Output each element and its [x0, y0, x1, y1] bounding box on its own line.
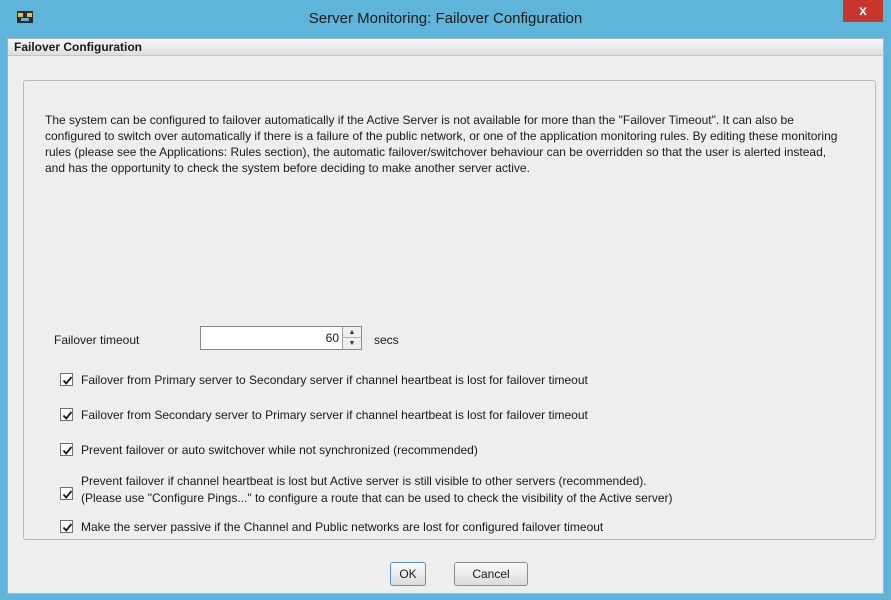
option-label-note: (Please use "Configure Pings..." to conf…	[81, 491, 673, 505]
checkbox-primary-to-secondary[interactable]	[60, 373, 73, 386]
checkmark-icon	[62, 376, 73, 385]
chevron-down-icon[interactable]: ▼	[343, 338, 361, 349]
option-label: Failover from Primary server to Secondar…	[81, 373, 588, 387]
window-title: Server Monitoring: Failover Configuratio…	[308, 10, 583, 27]
checkbox-secondary-to-primary[interactable]	[60, 408, 73, 421]
failover-timeout-label: Failover timeout	[54, 333, 140, 347]
option-label: Make the server passive if the Channel a…	[81, 520, 604, 534]
close-button[interactable]: x	[843, 0, 883, 22]
checkbox-prevent-heartbeat-visible[interactable]	[60, 487, 73, 500]
close-icon: x	[859, 2, 867, 18]
checkmark-icon	[62, 523, 73, 532]
failover-panel: The system can be configured to failover…	[23, 80, 876, 540]
failover-timeout-input[interactable]: 60	[326, 331, 339, 345]
failover-timeout-spinner[interactable]: 60 ▲ ▼	[200, 326, 362, 350]
checkmark-icon	[62, 446, 73, 455]
checkmark-icon	[62, 411, 73, 420]
dialog-window: Server Monitoring: Failover Configuratio…	[0, 0, 891, 600]
checkmark-icon	[62, 490, 73, 499]
spinner-buttons: ▲ ▼	[342, 327, 361, 349]
option-label: Failover from Secondary server to Primar…	[81, 408, 588, 422]
section-header: Failover Configuration	[8, 39, 883, 56]
description-text: The system can be configured to failover…	[45, 113, 838, 175]
checkbox-passive-networks-lost[interactable]	[60, 520, 73, 533]
timeout-unit-label: secs	[374, 333, 399, 347]
title-bar[interactable]: Server Monitoring: Failover Configuratio…	[0, 0, 891, 38]
chevron-up-icon[interactable]: ▲	[343, 327, 361, 338]
dialog-content: Failover Configuration The system can be…	[7, 38, 884, 594]
option-label: Prevent failover if channel heartbeat is…	[81, 474, 647, 488]
checkbox-prevent-not-synchronized[interactable]	[60, 443, 73, 456]
ok-button[interactable]: OK	[390, 562, 426, 586]
option-label: Prevent failover or auto switchover whil…	[81, 443, 478, 457]
cancel-button[interactable]: Cancel	[454, 562, 528, 586]
